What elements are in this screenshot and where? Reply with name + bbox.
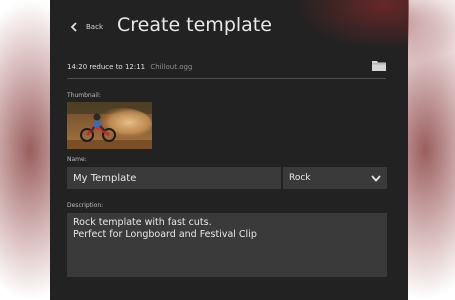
music-row: 14:20 reduce to 12:11 Chillout.ogg (67, 58, 386, 76)
create-template-panel: Back Create template 14:20 reduce to 12:… (50, 0, 409, 300)
description-textarea[interactable]: Rock template with fast cuts. Perfect fo… (67, 213, 387, 277)
back-label: Back (86, 23, 103, 31)
motocross-photo (67, 102, 152, 149)
genre-dropdown[interactable]: Rock (283, 167, 387, 189)
header: Back Create template (50, 0, 408, 52)
template-name-input[interactable] (67, 167, 281, 189)
genre-value: Rock (289, 173, 311, 183)
name-label: Name: (67, 156, 87, 163)
page-title: Create template (117, 14, 272, 36)
chevron-left-icon (70, 22, 77, 32)
music-info: 14:20 reduce to 12:11 Chillout.ogg (67, 63, 192, 71)
duration-text: 14:20 reduce to 12:11 (67, 63, 146, 71)
chevron-down-icon (371, 174, 381, 182)
description-label: Description: (67, 202, 104, 209)
divider (67, 78, 386, 79)
music-file-name: Chillout.ogg (150, 63, 193, 71)
thumbnail-label: Thumbnail: (67, 92, 101, 99)
back-button[interactable]: Back (70, 18, 103, 36)
folder-icon[interactable] (372, 60, 386, 71)
thumbnail-image[interactable] (67, 102, 152, 149)
